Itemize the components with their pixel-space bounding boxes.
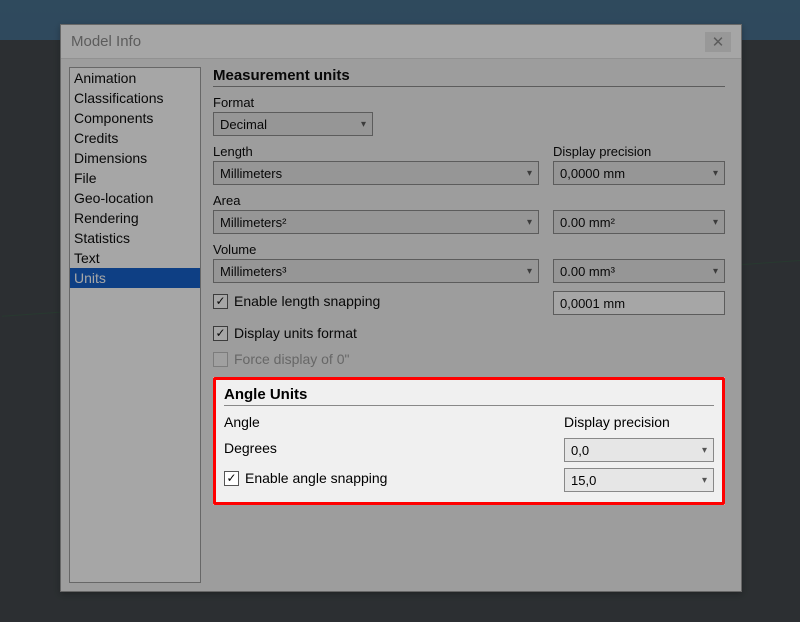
- display-units-format-checkbox[interactable]: ✓: [213, 326, 228, 341]
- angle-snapping-value: 15,0: [571, 473, 696, 488]
- close-icon: ✕: [712, 33, 725, 51]
- length-precision-dropdown[interactable]: 0,0000 mm ▾: [553, 161, 725, 185]
- area-dropdown[interactable]: Millimeters² ▾: [213, 210, 539, 234]
- sidebar-item-dimensions[interactable]: Dimensions: [70, 148, 200, 168]
- angle-precision-label: Display precision: [564, 412, 714, 432]
- sidebar-item-classifications[interactable]: Classifications: [70, 88, 200, 108]
- close-button[interactable]: ✕: [705, 32, 731, 52]
- display-units-format-label: Display units format: [234, 325, 357, 341]
- enable-angle-snapping-checkbox[interactable]: ✓: [224, 471, 239, 486]
- main-panel: Measurement units Format Decimal ▾ Lengt…: [211, 67, 733, 583]
- sidebar-item-credits[interactable]: Credits: [70, 128, 200, 148]
- dialog-titlebar: Model Info ✕: [61, 25, 741, 59]
- area-precision-dropdown[interactable]: 0.00 mm² ▾: [553, 210, 725, 234]
- chevron-down-icon: ▾: [702, 445, 707, 456]
- enable-length-snapping-label: Enable length snapping: [234, 293, 380, 309]
- category-sidebar: Animation Classifications Components Cre…: [69, 67, 201, 583]
- sidebar-item-animation[interactable]: Animation: [70, 68, 200, 88]
- length-snapping-value: 0,0001 mm: [560, 296, 625, 311]
- volume-value: Millimeters³: [220, 264, 521, 279]
- area-label: Area: [213, 193, 539, 208]
- area-precision-value: 0.00 mm²: [560, 215, 707, 230]
- length-precision-value: 0,0000 mm: [560, 166, 707, 181]
- enable-length-snapping-row[interactable]: ✓ Enable length snapping: [213, 293, 539, 309]
- angle-units-highlight: Angle Units Angle Display precision Degr…: [213, 377, 725, 505]
- angle-section-title: Angle Units: [224, 386, 714, 406]
- angle-label: Angle: [224, 412, 550, 432]
- sidebar-item-text[interactable]: Text: [70, 248, 200, 268]
- sidebar-item-rendering[interactable]: Rendering: [70, 208, 200, 228]
- sidebar-item-geo-location[interactable]: Geo-location: [70, 188, 200, 208]
- chevron-down-icon: ▾: [527, 266, 532, 277]
- angle-precision-dropdown[interactable]: 0,0 ▾: [564, 438, 714, 462]
- sidebar-item-file[interactable]: File: [70, 168, 200, 188]
- area-value: Millimeters²: [220, 215, 521, 230]
- chevron-down-icon: ▾: [702, 475, 707, 486]
- force-display-row: Force display of 0": [213, 351, 725, 367]
- chevron-down-icon: ▾: [527, 168, 532, 179]
- sidebar-item-units[interactable]: Units: [70, 268, 200, 288]
- format-dropdown[interactable]: Decimal ▾: [213, 112, 373, 136]
- enable-length-snapping-checkbox[interactable]: ✓: [213, 294, 228, 309]
- sidebar-item-statistics[interactable]: Statistics: [70, 228, 200, 248]
- volume-precision-dropdown[interactable]: 0.00 mm³ ▾: [553, 259, 725, 283]
- chevron-down-icon: ▾: [713, 168, 718, 179]
- dialog-title: Model Info: [71, 33, 141, 50]
- format-value: Decimal: [220, 117, 355, 132]
- sidebar-item-components[interactable]: Components: [70, 108, 200, 128]
- length-snapping-input[interactable]: 0,0001 mm: [553, 291, 725, 315]
- volume-dropdown[interactable]: Millimeters³ ▾: [213, 259, 539, 283]
- display-units-format-row[interactable]: ✓ Display units format: [213, 325, 725, 341]
- volume-precision-value: 0.00 mm³: [560, 264, 707, 279]
- length-label: Length: [213, 144, 539, 159]
- enable-angle-snapping-row[interactable]: ✓ Enable angle snapping: [224, 470, 550, 486]
- length-precision-label: Display precision: [553, 144, 725, 159]
- chevron-down-icon: ▾: [713, 217, 718, 228]
- format-label: Format: [213, 95, 725, 110]
- force-display-label: Force display of 0": [234, 351, 349, 367]
- enable-angle-snapping-label: Enable angle snapping: [245, 470, 387, 486]
- measurement-section-title: Measurement units: [213, 67, 725, 87]
- chevron-down-icon: ▾: [713, 266, 718, 277]
- length-dropdown[interactable]: Millimeters ▾: [213, 161, 539, 185]
- dialog-content: Animation Classifications Components Cre…: [61, 59, 741, 591]
- model-info-dialog: Model Info ✕ Animation Classifications C…: [60, 24, 742, 592]
- chevron-down-icon: ▾: [361, 119, 366, 130]
- angle-precision-value: 0,0: [571, 443, 696, 458]
- chevron-down-icon: ▾: [527, 217, 532, 228]
- angle-snapping-dropdown[interactable]: 15,0 ▾: [564, 468, 714, 492]
- angle-unit-value: Degrees: [224, 438, 550, 458]
- volume-label: Volume: [213, 242, 539, 257]
- length-value: Millimeters: [220, 166, 521, 181]
- force-display-checkbox: [213, 352, 228, 367]
